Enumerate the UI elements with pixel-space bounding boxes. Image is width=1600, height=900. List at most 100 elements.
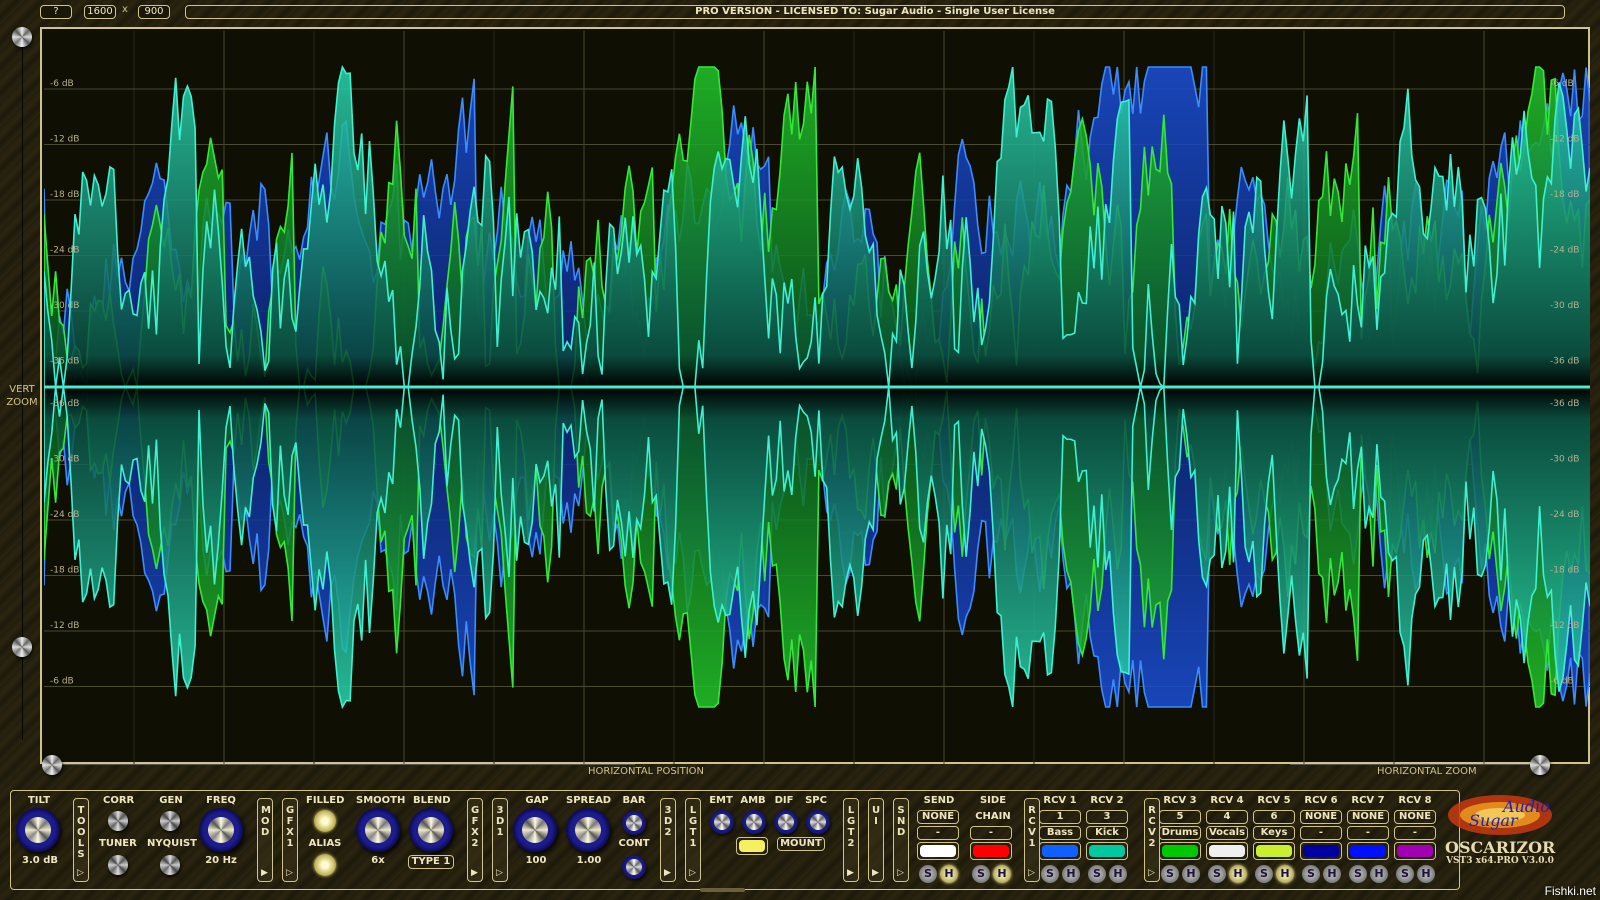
receiver-name-field[interactable]: Keys <box>1253 826 1295 840</box>
vert-zoom-bottom-handle[interactable] <box>12 637 32 657</box>
receiver-color-picker[interactable] <box>1206 842 1248 860</box>
sidechain-hide-button[interactable]: H <box>993 865 1011 883</box>
light-color-picker[interactable] <box>736 837 768 855</box>
horizontal-position-track[interactable] <box>55 764 635 765</box>
gen-knob[interactable] <box>160 811 180 831</box>
receiver-hide-button[interactable]: H <box>1370 865 1388 883</box>
amb-knob[interactable] <box>742 810 766 834</box>
spc-knob[interactable] <box>806 810 830 834</box>
emt-knob[interactable] <box>710 810 734 834</box>
mod-tab[interactable]: MOD ▶ <box>257 798 273 882</box>
3d1-tab[interactable]: 3D1 ▷ <box>492 798 508 882</box>
receiver-color-picker[interactable] <box>1039 842 1081 860</box>
receiver-hide-button[interactable]: H <box>1276 865 1294 883</box>
nyquist-knob[interactable] <box>160 855 180 875</box>
receiver-color-picker[interactable] <box>1159 842 1201 860</box>
sidechain-solo-button[interactable]: S <box>972 865 990 883</box>
receiver-solo-button[interactable]: S <box>1088 865 1106 883</box>
receiver-hide-button[interactable]: H <box>1229 865 1247 883</box>
receiver-solo-button[interactable]: S <box>1396 865 1414 883</box>
expand-arrow-icon: ▷ <box>1028 868 1035 878</box>
sidechain-name-field[interactable]: - <box>970 826 1012 840</box>
rcv1-tab[interactable]: RCV1 ▷ <box>1024 798 1040 882</box>
receiver-name-field[interactable]: - <box>1394 826 1436 840</box>
receiver-solo-button[interactable]: S <box>1208 865 1226 883</box>
receiver-channel-selector[interactable]: NONE <box>1394 810 1436 824</box>
panel-resize-handle[interactable] <box>700 888 745 892</box>
bar-knob[interactable] <box>622 811 646 835</box>
snd-tab[interactable]: SND ▷ <box>893 798 909 882</box>
horizontal-zoom-track[interactable] <box>1290 764 1530 765</box>
send-hide-button[interactable]: H <box>940 865 958 883</box>
receiver-hide-button[interactable]: H <box>1109 865 1127 883</box>
expand-arrow-icon: ▶ <box>847 868 854 878</box>
send-channel-selector[interactable]: NONE <box>917 810 959 824</box>
receiver-hide-button[interactable]: H <box>1062 865 1080 883</box>
oscilloscope-display[interactable]: -6 dB -6 dB -12 dB -12 dB -18 dB -18 dB -24 dB… <box>40 27 1590 764</box>
receiver-solo-button[interactable]: S <box>1161 865 1179 883</box>
receiver-solo-button[interactable]: S <box>1255 865 1273 883</box>
receiver-color-picker[interactable] <box>1086 842 1128 860</box>
vert-zoom-top-handle[interactable] <box>12 27 32 47</box>
receiver-hide-button[interactable]: H <box>1323 865 1341 883</box>
spread-knob[interactable] <box>566 808 610 852</box>
gap-knob[interactable] <box>513 808 557 852</box>
receiver-name-field[interactable]: Kick <box>1086 826 1128 840</box>
receiver-color-picker[interactable] <box>1347 842 1389 860</box>
lgt2-tab[interactable]: LGT2 ▶ <box>843 798 859 882</box>
send-color-picker[interactable] <box>917 842 959 860</box>
db-label-right: -24 dB <box>1550 246 1579 256</box>
lgt1-tab[interactable]: LGT1 ▷ <box>685 798 701 882</box>
height-field[interactable]: 900 <box>138 5 170 19</box>
send-solo-button[interactable]: S <box>919 865 937 883</box>
alias-toggle[interactable] <box>314 854 336 876</box>
receiver-channel-selector[interactable]: 4 <box>1206 810 1248 824</box>
receiver-name-field[interactable]: Drums <box>1159 826 1201 840</box>
receiver-solo-button[interactable]: S <box>1349 865 1367 883</box>
blend-knob[interactable] <box>409 808 453 852</box>
receiver-hide-button[interactable]: H <box>1417 865 1435 883</box>
mount-button[interactable]: MOUNT <box>777 837 825 851</box>
tools-tab[interactable]: TOOLS ▷ <box>73 798 89 882</box>
width-field[interactable]: 1600 <box>84 5 116 19</box>
receiver-color-picker[interactable] <box>1300 842 1342 860</box>
cont-knob[interactable] <box>622 855 646 879</box>
receiver-solo-button[interactable]: S <box>1041 865 1059 883</box>
receiver-name-field[interactable]: Bass <box>1039 826 1081 840</box>
receiver-channel-selector[interactable]: NONE <box>1300 810 1342 824</box>
receiver-color-picker[interactable] <box>1253 842 1295 860</box>
filled-toggle[interactable] <box>314 810 336 832</box>
ui-tab[interactable]: UI ▶ <box>868 798 884 882</box>
freq-knob[interactable] <box>199 808 243 852</box>
tuner-knob[interactable] <box>108 855 128 875</box>
receiver-name-field[interactable]: - <box>1300 826 1342 840</box>
send-name-field[interactable]: - <box>917 826 959 840</box>
receiver-channel-selector[interactable]: 1 <box>1039 810 1081 824</box>
receiver-channel-selector[interactable]: NONE <box>1347 810 1389 824</box>
tilt-knob[interactable] <box>16 808 60 852</box>
receiver-hide-button[interactable]: H <box>1182 865 1200 883</box>
sidechain-color-picker[interactable] <box>970 842 1012 860</box>
receiver-color-picker[interactable] <box>1394 842 1436 860</box>
3d2-tab[interactable]: 3D2 ▶ <box>660 798 676 882</box>
gfx2-tab[interactable]: GFX2 ▶ <box>467 798 483 882</box>
corr-knob[interactable] <box>108 811 128 831</box>
help-button[interactable]: ? <box>40 5 72 19</box>
gfx1-tab[interactable]: GFX1 ▷ <box>282 798 298 882</box>
smooth-knob[interactable] <box>356 808 400 852</box>
horizontal-position-handle[interactable] <box>42 755 62 775</box>
size-separator: x <box>122 4 128 15</box>
horizontal-zoom-handle[interactable] <box>1530 755 1550 775</box>
rcv2-tab[interactable]: RCV2 ▷ <box>1144 798 1160 882</box>
receiver-channel-selector[interactable]: 5 <box>1159 810 1201 824</box>
receiver-channel-selector[interactable]: 3 <box>1086 810 1128 824</box>
receiver-name-field[interactable]: Vocals <box>1206 826 1248 840</box>
dif-knob[interactable] <box>774 810 798 834</box>
db-label-right: -6 dB <box>1550 79 1574 89</box>
db-label-right: -12 dB <box>1550 621 1579 631</box>
receiver-channel-selector[interactable]: 6 <box>1253 810 1295 824</box>
receiver-solo-button[interactable]: S <box>1302 865 1320 883</box>
blend-type-selector[interactable]: TYPE 1 <box>408 855 454 869</box>
db-label-left: -24 dB <box>50 510 79 520</box>
receiver-name-field[interactable]: - <box>1347 826 1389 840</box>
